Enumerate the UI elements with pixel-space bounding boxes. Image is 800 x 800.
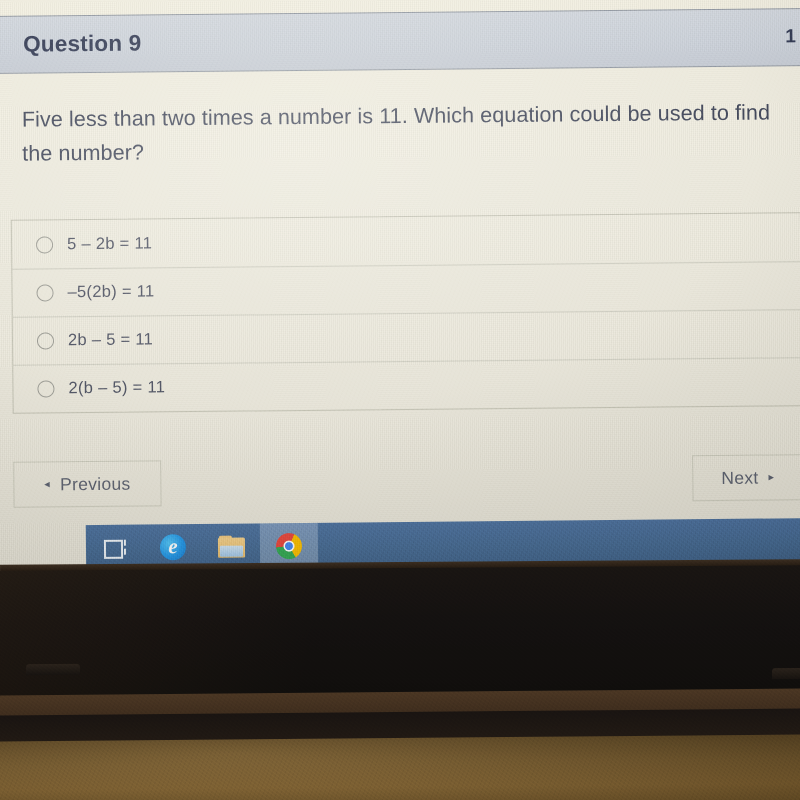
- radio-button-icon-1[interactable]: [35, 235, 54, 254]
- answer-option-3[interactable]: 2b – 5 = 11: [12, 309, 800, 365]
- answer-options-list: 5 – 2b = 11 –5(2b) = 11 2b – 5 = 11 2(b …: [10, 212, 800, 414]
- answer-option-2[interactable]: –5(2b) = 11: [12, 261, 800, 317]
- laptop-photo: Question 9 1 pt Five less than two times…: [0, 0, 800, 800]
- answer-option-label-2: –5(2b) = 11: [67, 282, 155, 302]
- previous-button[interactable]: ◂ Previous: [13, 460, 162, 508]
- file-explorer-icon: [217, 535, 245, 558]
- laptop-bezel: [0, 565, 800, 699]
- question-points-badge: 1 pt: [785, 26, 800, 48]
- previous-button-label: Previous: [59, 473, 131, 494]
- laptop-screen: Question 9 1 pt Five less than two times…: [0, 0, 800, 577]
- radio-button-icon-3[interactable]: [36, 332, 55, 350]
- question-header: Question 9 1 pt: [0, 8, 800, 75]
- chevron-left-icon: ◂: [44, 477, 51, 490]
- next-button[interactable]: Next ▸: [692, 454, 800, 502]
- answer-option-label-3: 2b – 5 = 11: [67, 330, 154, 350]
- question-title: Question 9: [23, 30, 142, 57]
- laptop-hinge-foot-right: [771, 667, 800, 680]
- task-view-icon: [103, 539, 127, 559]
- radio-button-icon-4[interactable]: [37, 380, 55, 398]
- laptop-hinge-foot-left: [25, 663, 81, 676]
- answer-option-1[interactable]: 5 – 2b = 11: [12, 213, 800, 269]
- edge-glyph: e: [168, 534, 178, 558]
- quiz-page: Question 9 1 pt Five less than two times…: [0, 0, 800, 572]
- answer-option-label-1: 5 – 2b = 11: [66, 233, 153, 253]
- next-button-label: Next: [721, 467, 759, 488]
- answer-option-4[interactable]: 2(b – 5) = 11: [13, 357, 800, 413]
- google-chrome-icon: [275, 532, 303, 560]
- chevron-right-icon: ▸: [768, 470, 775, 484]
- answer-option-label-4: 2(b – 5) = 11: [68, 378, 166, 398]
- microsoft-edge-icon: e: [159, 534, 187, 561]
- radio-button-icon-2[interactable]: [36, 284, 54, 302]
- desk-surface: [0, 734, 800, 800]
- quiz-navigation: ◂ Previous Next ▸: [13, 454, 800, 508]
- question-text: Five less than two times a number is 11.…: [21, 100, 771, 166]
